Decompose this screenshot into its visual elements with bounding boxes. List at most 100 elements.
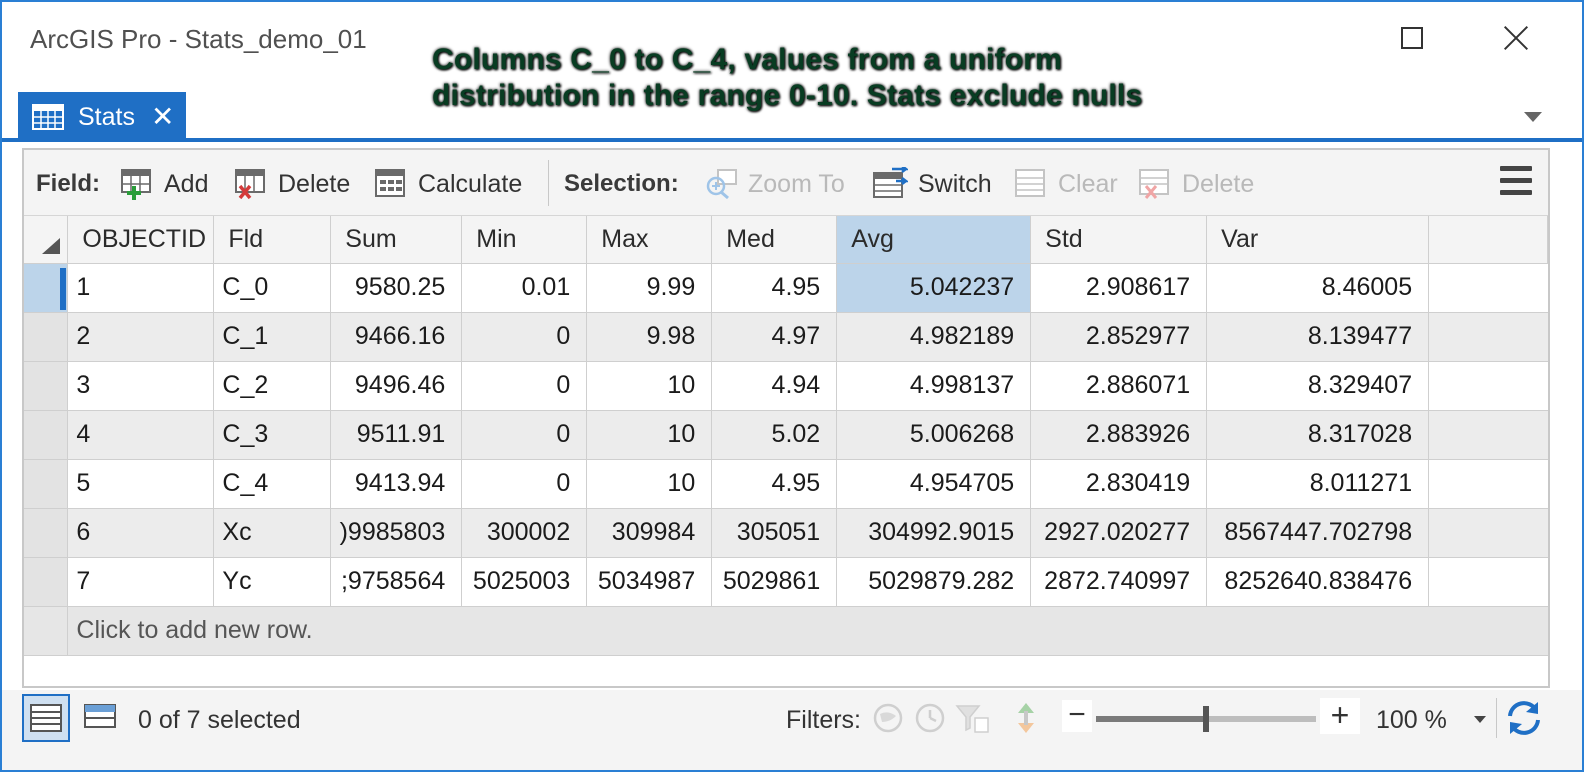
table-cell[interactable]: 300002 xyxy=(461,508,588,558)
table-cell[interactable]: 0 xyxy=(461,410,588,460)
table-cell[interactable]: 5.006268 xyxy=(836,410,1032,460)
table-cell[interactable]: 1 xyxy=(67,263,215,313)
table-cell[interactable]: 10 xyxy=(586,361,713,411)
table-cell[interactable]: 5025003 xyxy=(461,557,588,607)
table-cell[interactable]: 10 xyxy=(586,459,713,509)
column-header[interactable]: Min xyxy=(461,216,588,264)
table-row[interactable]: 1 C_0 9580.25 0.01 9.99 4.95 5.042237 2.908617 8… xyxy=(24,263,1548,313)
refresh-icon[interactable] xyxy=(1502,696,1546,740)
calculate-field-button[interactable]: Calculate xyxy=(374,164,522,204)
table-cell[interactable]: )9985803 xyxy=(330,508,463,558)
table-cell[interactable]: 2927.020277 xyxy=(1030,508,1208,558)
table-cell[interactable]: 5029879.282 xyxy=(836,557,1032,607)
zoom-slider[interactable] xyxy=(1096,706,1316,732)
table-cell[interactable]: 8.46005 xyxy=(1206,263,1430,313)
row-header[interactable] xyxy=(24,459,69,509)
table-row[interactable]: 4 C_3 9511.91 0 10 5.02 5.006268 2.883926 8.3170… xyxy=(24,410,1548,460)
zoom-slider-thumb[interactable] xyxy=(1203,706,1209,732)
table-cell[interactable]: 8.011271 xyxy=(1206,459,1430,509)
table-cell[interactable]: ;9758564 xyxy=(330,557,463,607)
row-header[interactable] xyxy=(24,557,69,607)
table-cell[interactable]: 4 xyxy=(67,410,215,460)
table-cell[interactable]: C_1 xyxy=(213,312,332,362)
table-cell[interactable]: C_4 xyxy=(213,459,332,509)
table-cell[interactable]: 9.99 xyxy=(586,263,713,313)
close-window-button[interactable] xyxy=(1486,16,1546,60)
zoom-in-button[interactable]: + xyxy=(1320,698,1360,734)
table-cell[interactable]: 2872.740997 xyxy=(1030,557,1208,607)
table-cell[interactable]: 0 xyxy=(461,361,588,411)
table-row[interactable]: 2 C_1 9466.16 0 9.98 4.97 4.982189 2.852977 8.13… xyxy=(24,312,1548,362)
table-cell[interactable]: C_0 xyxy=(213,263,332,313)
tab-close-icon[interactable]: ✕ xyxy=(151,103,174,131)
time-filter-icon[interactable] xyxy=(912,700,948,736)
column-header-selected[interactable]: Avg xyxy=(836,216,1032,264)
zoom-level-dropdown-icon[interactable] xyxy=(1474,716,1486,723)
row-header[interactable] xyxy=(24,361,69,411)
sort-filter-icon[interactable] xyxy=(1008,700,1044,736)
table-cell[interactable]: 2.886071 xyxy=(1030,361,1208,411)
column-header[interactable]: Med xyxy=(711,216,838,264)
table-row[interactable]: 3 C_2 9496.46 0 10 4.94 4.998137 2.886071 8.3294… xyxy=(24,361,1548,411)
table-cell[interactable]: 2.908617 xyxy=(1030,263,1208,313)
extent-filter-icon[interactable] xyxy=(870,700,906,736)
add-field-button[interactable]: Add xyxy=(120,164,208,204)
maximize-button[interactable] xyxy=(1382,16,1442,60)
table-cell[interactable]: 309984 xyxy=(586,508,713,558)
table-cell[interactable]: 305051 xyxy=(711,508,838,558)
table-cell[interactable]: 2 xyxy=(67,312,215,362)
table-cell[interactable]: 0 xyxy=(461,312,588,362)
table-cell[interactable]: 8567447.702798 xyxy=(1206,508,1430,558)
table-cell[interactable]: 9.98 xyxy=(586,312,713,362)
table-cell[interactable]: 2.852977 xyxy=(1030,312,1208,362)
table-cell[interactable]: 10 xyxy=(586,410,713,460)
table-cell[interactable]: 304992.9015 xyxy=(836,508,1032,558)
table-row[interactable]: 7 Yc ;9758564 5025003 5034987 5029861 5029879.… xyxy=(24,557,1548,607)
table-cell[interactable]: 4.95 xyxy=(711,459,838,509)
show-all-records-button[interactable] xyxy=(22,694,70,742)
column-header[interactable]: Max xyxy=(586,216,713,264)
table-row[interactable]: 6 Xc)9985803 300002 309984 305051 304992.9015… xyxy=(24,508,1548,558)
select-all-corner[interactable] xyxy=(24,216,69,264)
table-cell[interactable]: 3 xyxy=(67,361,215,411)
tab-menu-chevron-icon[interactable] xyxy=(1524,112,1542,122)
delete-selection-button[interactable]: Delete xyxy=(1138,164,1254,204)
table-cell[interactable]: 8252640.838476 xyxy=(1206,557,1430,607)
table-cell[interactable]: 2.883926 xyxy=(1030,410,1208,460)
tab-stats[interactable]: Stats ✕ xyxy=(18,92,186,142)
table-options-menu-icon[interactable] xyxy=(1500,166,1532,196)
table-row[interactable]: 5 C_4 9413.94 0 10 4.95 4.954705 2.830419 8.0112… xyxy=(24,459,1548,509)
table-cell[interactable]: 5029861 xyxy=(711,557,838,607)
column-header[interactable]: Sum xyxy=(330,216,463,264)
table-cell[interactable]: 4.982189 xyxy=(836,312,1032,362)
table-cell[interactable]: 8.139477 xyxy=(1206,312,1430,362)
row-header[interactable] xyxy=(24,312,69,362)
column-header[interactable]: Var xyxy=(1206,216,1430,264)
table-cell[interactable]: 5.02 xyxy=(711,410,838,460)
table-cell[interactable]: 0 xyxy=(461,459,588,509)
table-cell[interactable]: 9496.46 xyxy=(330,361,463,411)
table-cell[interactable]: C_3 xyxy=(213,410,332,460)
table-cell[interactable]: 4.95 xyxy=(711,263,838,313)
table-cell[interactable]: 2.830419 xyxy=(1030,459,1208,509)
table-cell[interactable]: C_2 xyxy=(213,361,332,411)
add-new-row[interactable]: Click to add new row. xyxy=(24,606,1548,656)
row-header[interactable] xyxy=(24,508,69,558)
table-cell[interactable]: 5034987 xyxy=(586,557,713,607)
delete-field-button[interactable]: Delete xyxy=(234,164,350,204)
zoom-to-button[interactable]: Zoom To xyxy=(704,164,845,204)
show-selected-records-button[interactable] xyxy=(76,692,124,740)
table-cell[interactable]: 4.97 xyxy=(711,312,838,362)
table-cell[interactable]: 8.317028 xyxy=(1206,410,1430,460)
switch-selection-button[interactable]: Switch xyxy=(872,164,992,204)
column-header[interactable]: Std xyxy=(1030,216,1208,264)
zoom-out-button[interactable]: − xyxy=(1062,700,1092,732)
table-cell[interactable]: 6 xyxy=(67,508,215,558)
column-header[interactable]: Fld xyxy=(213,216,332,264)
column-header[interactable]: OBJECTID xyxy=(67,216,215,264)
definition-query-filter-icon[interactable] xyxy=(954,700,990,736)
row-header[interactable] xyxy=(24,263,69,313)
table-cell[interactable]: 4.998137 xyxy=(836,361,1032,411)
add-new-row-text[interactable]: Click to add new row. xyxy=(67,606,1548,656)
table-cell[interactable]: 7 xyxy=(67,557,215,607)
